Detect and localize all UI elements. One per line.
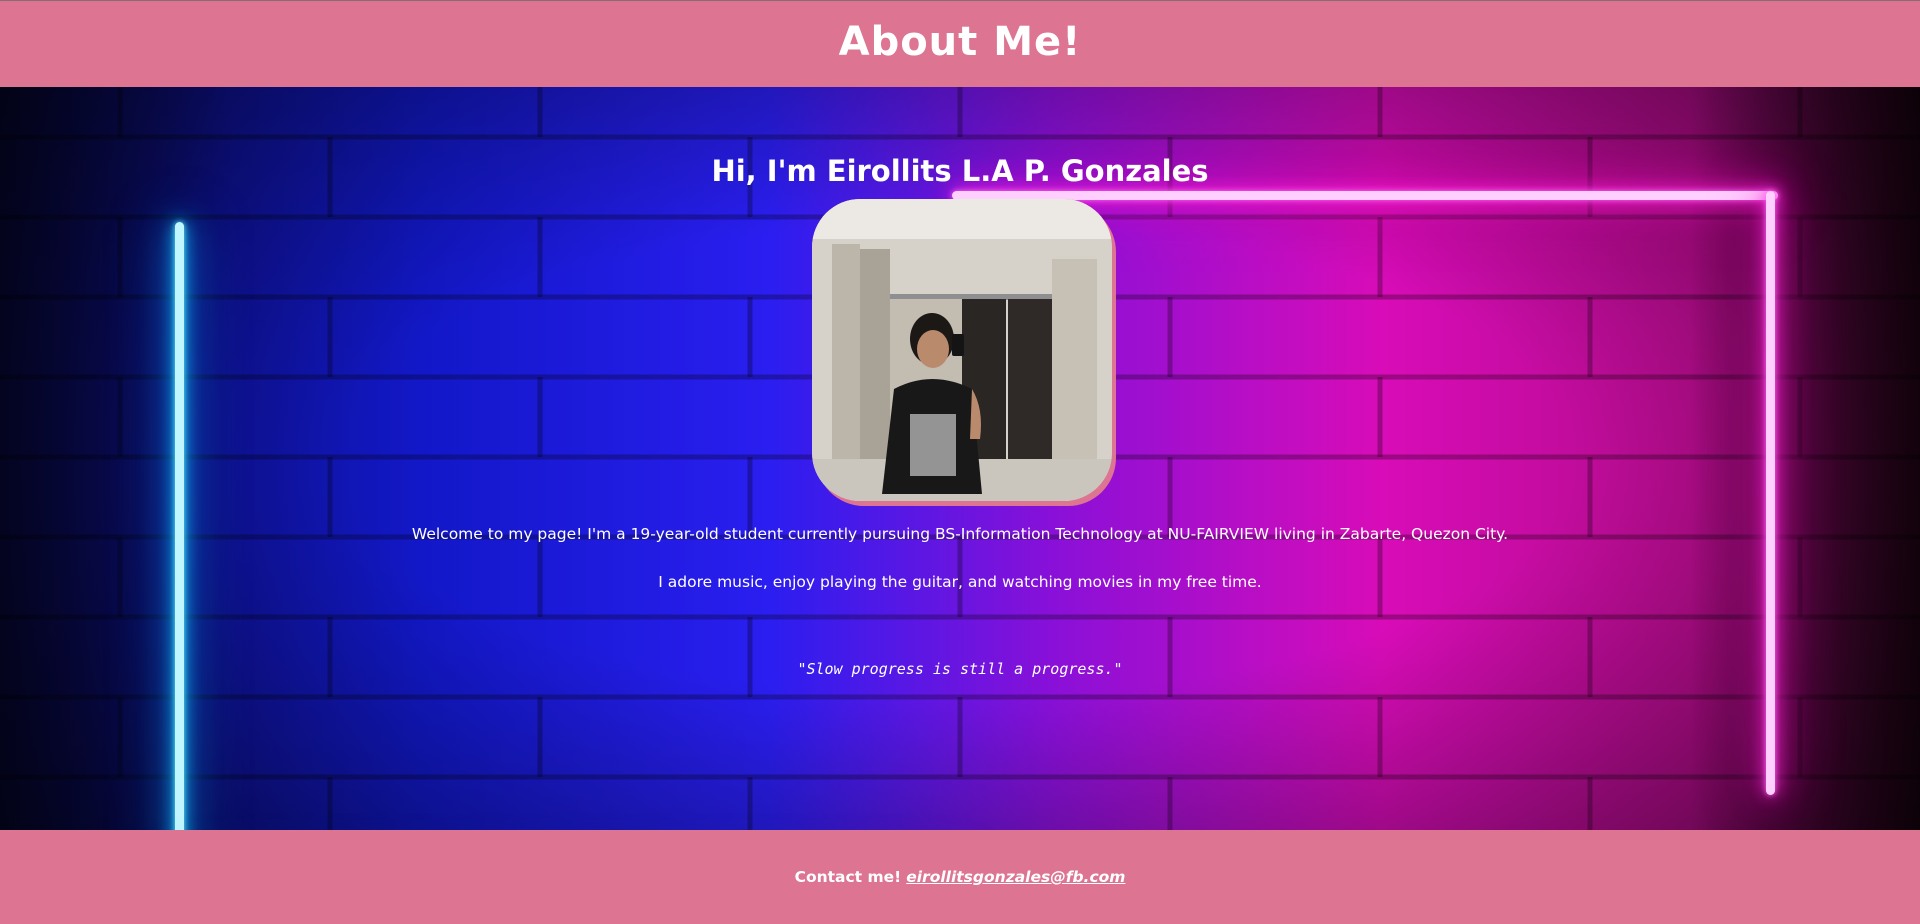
page-footer: Contact me! eirollitsgonzales@fb.com bbox=[0, 830, 1920, 924]
intro-paragraph: Welcome to my page! I'm a 19-year-old st… bbox=[411, 525, 1509, 543]
profile-photo-frame bbox=[812, 199, 1112, 501]
page: About Me! Hi, I'm Eirollits L.A P. Gonza… bbox=[0, 0, 1920, 924]
quote-text: "Slow progress is still a progress." bbox=[797, 660, 1123, 678]
about-content: Hi, I'm Eirollits L.A P. Gonzales Welcom… bbox=[0, 87, 1920, 830]
page-header: About Me! bbox=[0, 0, 1920, 87]
email-link[interactable]: eirollitsgonzales@fb.com bbox=[906, 868, 1125, 886]
hero-section: Hi, I'm Eirollits L.A P. Gonzales Welcom… bbox=[0, 87, 1920, 830]
profile-photo-image bbox=[812, 199, 1112, 501]
page-title: About Me! bbox=[838, 19, 1082, 65]
contact-label: Contact me! bbox=[794, 868, 902, 886]
profile-photo bbox=[812, 199, 1112, 501]
greeting-heading: Hi, I'm Eirollits L.A P. Gonzales bbox=[711, 154, 1209, 188]
hobbies-paragraph: I adore music, enjoy playing the guitar,… bbox=[658, 573, 1262, 591]
